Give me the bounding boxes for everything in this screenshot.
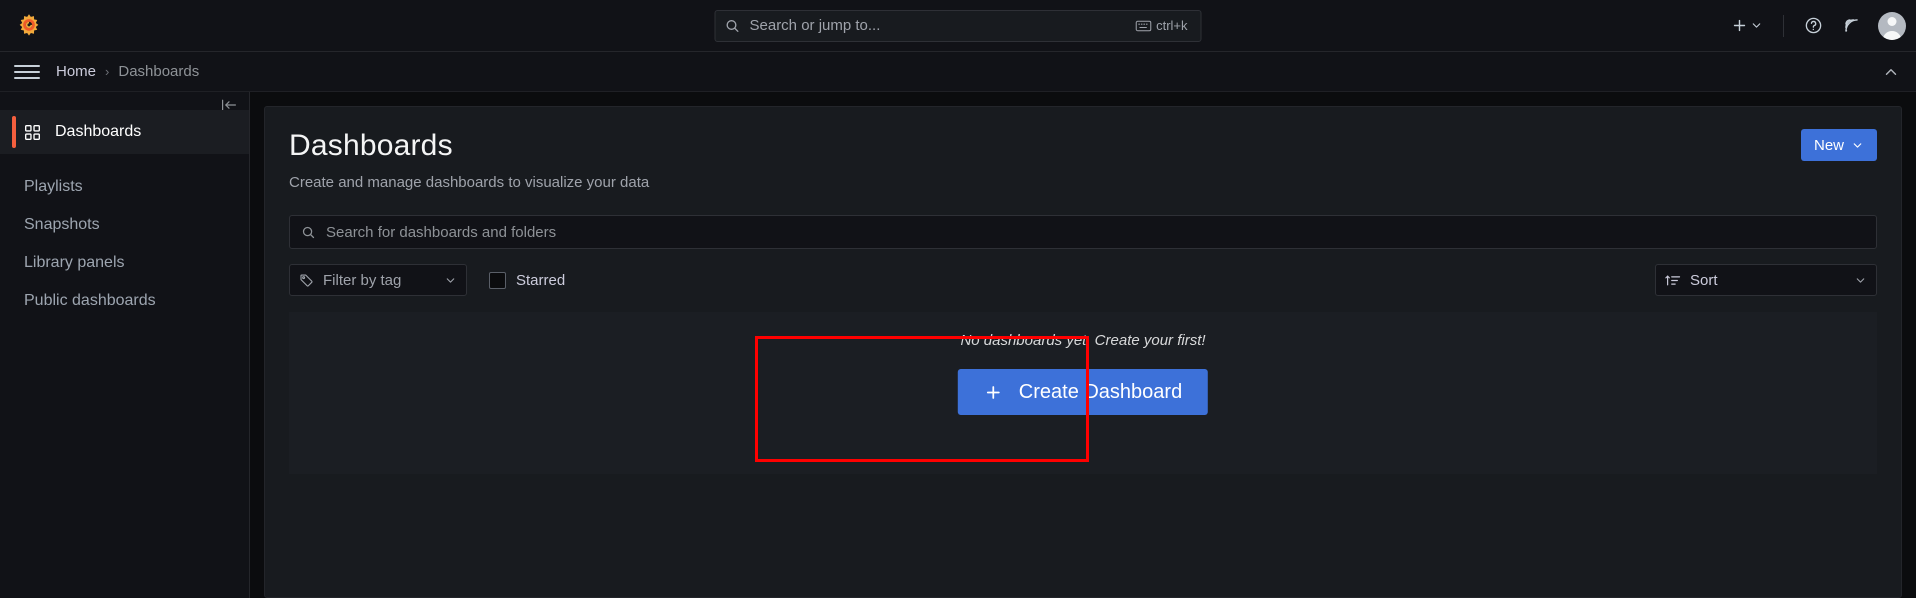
- tag-filter-select[interactable]: Filter by tag: [289, 264, 467, 296]
- breadcrumb-bar: Home › Dashboards: [0, 52, 1916, 92]
- sidebar-item-public-dashboards[interactable]: Public dashboards: [0, 282, 249, 320]
- sidebar-item-label: Dashboards: [55, 123, 142, 140]
- main-content: Dashboards Create and manage dashboards …: [250, 92, 1916, 598]
- collapse-breadcrumb-button[interactable]: [1882, 63, 1900, 81]
- breadcrumb-separator: ›: [105, 64, 110, 79]
- news-button[interactable]: [1834, 9, 1868, 43]
- global-search-input[interactable]: Search or jump to... ctrl+k: [714, 9, 1202, 42]
- apps-grid-icon: [24, 124, 41, 141]
- starred-filter[interactable]: Starred: [489, 271, 566, 289]
- search-shortcut-label: ctrl+k: [1156, 18, 1188, 33]
- sidebar-item-label: Library panels: [24, 254, 125, 271]
- search-shortcut-badge: ctrl+k: [1131, 16, 1191, 35]
- search-icon: [725, 18, 741, 34]
- keyboard-icon: [1135, 20, 1151, 32]
- tag-icon: [299, 273, 314, 288]
- chevron-down-icon: [1750, 19, 1763, 32]
- filter-row: Filter by tag Starred Sort: [289, 264, 1877, 296]
- sidebar: Dashboards Playlists Snapshots Library p…: [0, 92, 250, 598]
- dashboard-results-area: No dashboards yet. Create your first! Cr…: [289, 312, 1877, 474]
- create-dashboard-button[interactable]: Create Dashboard: [957, 369, 1209, 415]
- top-navigation-bar: Search or jump to... ctrl+k: [0, 0, 1916, 52]
- sidebar-item-label: Public dashboards: [24, 292, 156, 309]
- starred-label: Starred: [516, 271, 566, 289]
- plus-icon: [1731, 17, 1748, 34]
- breadcrumb-item-dashboards[interactable]: Dashboards: [118, 63, 199, 80]
- plus-icon: [984, 383, 1003, 402]
- topnav-actions: [1723, 9, 1906, 43]
- rss-icon: [1842, 16, 1861, 35]
- grafana-logo-icon[interactable]: [14, 11, 44, 41]
- dashboard-search-input[interactable]: Search for dashboards and folders: [289, 215, 1877, 249]
- sidebar-item-snapshots[interactable]: Snapshots: [0, 206, 249, 244]
- chevron-up-icon: [1882, 63, 1900, 81]
- chevron-down-icon: [444, 274, 457, 287]
- sidebar-item-playlists[interactable]: Playlists: [0, 168, 249, 206]
- breadcrumb-item-home[interactable]: Home: [56, 63, 96, 80]
- search-icon: [301, 225, 316, 240]
- page-subtitle: Create and manage dashboards to visualiz…: [289, 174, 650, 191]
- topnav-divider: [1783, 14, 1784, 37]
- sidebar-item-label: Playlists: [24, 178, 83, 195]
- new-button-label: New: [1813, 136, 1844, 154]
- starred-checkbox[interactable]: [489, 271, 506, 289]
- user-avatar-icon[interactable]: [1878, 11, 1906, 40]
- sort-label: Sort: [1690, 271, 1718, 289]
- page-title: Dashboards: [289, 129, 453, 162]
- app-body: Dashboards Playlists Snapshots Library p…: [0, 92, 1916, 598]
- global-search-placeholder: Search or jump to...: [749, 17, 881, 34]
- empty-state: No dashboards yet. Create your first! Cr…: [957, 332, 1209, 415]
- create-new-button[interactable]: [1723, 10, 1771, 42]
- tag-filter-label: Filter by tag: [323, 271, 402, 289]
- chevron-down-icon: [1851, 139, 1864, 152]
- breadcrumb: Home › Dashboards: [56, 63, 199, 80]
- page-header: Dashboards Create and manage dashboards …: [289, 129, 1877, 191]
- new-button[interactable]: New: [1800, 129, 1877, 161]
- dashboards-panel: Dashboards Create and manage dashboards …: [264, 106, 1902, 598]
- dashboard-search-placeholder: Search for dashboards and folders: [326, 223, 557, 241]
- create-dashboard-label: Create Dashboard: [1018, 380, 1183, 403]
- help-button[interactable]: [1796, 9, 1830, 43]
- filter-controls-left: Filter by tag Starred: [289, 264, 565, 296]
- empty-state-message: No dashboards yet. Create your first!: [960, 332, 1206, 349]
- sidebar-item-library-panels[interactable]: Library panels: [0, 244, 249, 282]
- chevron-down-icon: [1854, 274, 1867, 287]
- help-circle-icon: [1804, 16, 1823, 35]
- sort-select[interactable]: Sort: [1655, 264, 1877, 296]
- sort-amount-up-icon: [1665, 273, 1681, 288]
- page-header-text: Dashboards Create and manage dashboards …: [289, 129, 649, 191]
- hamburger-menu-icon[interactable]: [14, 59, 40, 85]
- sidebar-item-dashboards[interactable]: Dashboards: [0, 110, 249, 154]
- sidebar-item-label: Snapshots: [24, 216, 100, 233]
